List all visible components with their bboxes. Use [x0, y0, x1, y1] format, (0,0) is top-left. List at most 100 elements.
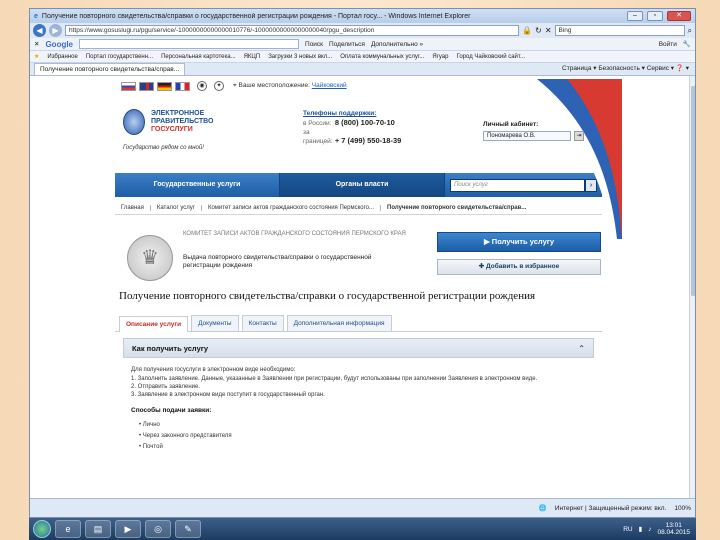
breadcrumb-item[interactable]: Каталог услуг — [151, 204, 202, 211]
favorite-link[interactable]: Оплата коммунальных услуг... — [340, 54, 424, 60]
clock[interactable]: 13:01 08.04.2015 — [657, 522, 690, 536]
scrollbar-thumb[interactable] — [691, 86, 695, 296]
window-title: Получение повторного свидетельства/справ… — [41, 12, 471, 20]
stop-icon[interactable]: ✕ — [545, 26, 552, 35]
start-button[interactable] — [33, 520, 51, 538]
cabinet-user[interactable]: Пономарева О.В. — [483, 131, 571, 141]
tab-additional-info[interactable]: Дополнительная информация — [286, 315, 392, 331]
back-button[interactable]: ◀ — [33, 24, 46, 37]
close-button[interactable]: ✕ — [667, 11, 691, 21]
network-icon[interactable]: ▮ — [639, 525, 643, 533]
taskbar-folder-icon[interactable]: ▤ — [85, 520, 111, 538]
maximize-button[interactable]: ▫ — [647, 11, 663, 21]
nav-authorities[interactable]: Органы власти — [280, 173, 445, 197]
zoom-level[interactable]: 100% — [674, 505, 691, 512]
get-service-button[interactable]: ▶ Получить услугу — [437, 232, 601, 252]
favorite-link[interactable]: Город Чайковский сайт... — [456, 54, 525, 60]
google-search-input[interactable] — [79, 39, 300, 49]
page-content: ◉ ✦ ⌖ Ваше местоположение: Чайковский ЭЛ… — [30, 76, 689, 500]
wrench-icon[interactable]: 🔧 — [683, 40, 691, 48]
google-more-button[interactable]: Дополнительно » — [371, 41, 423, 48]
how-intro: Для получения госуслуги в электронном ви… — [131, 367, 296, 373]
minimize-button[interactable]: – — [627, 11, 643, 21]
google-search-button[interactable]: Поиск — [305, 41, 323, 48]
favorites-star-icon: ★ — [34, 54, 40, 60]
vertical-scrollbar[interactable] — [689, 76, 695, 500]
get-service-label: Получить услугу — [491, 237, 555, 246]
command-bar[interactable]: Страница ▾ Безопасность ▾ Сервис ▾ ❓ ▾ — [562, 63, 695, 75]
government-emblem-icon — [123, 109, 145, 135]
add-to-favorites-button[interactable]: ✚ Добавить в избранное — [437, 259, 601, 275]
status-bar: 🌐 Интернет | Защищенный режим: вкл. 100% — [30, 498, 695, 517]
refresh-icon[interactable]: ↻ — [535, 26, 542, 35]
service-organization[interactable]: Комитет записи актов гражданского состоя… — [183, 231, 413, 238]
address-bar[interactable]: https://www.gosuslugi.ru/pgu/service/-10… — [65, 25, 520, 36]
tab-documents[interactable]: Документы — [191, 315, 239, 331]
flag-swoosh-decoration — [512, 79, 622, 239]
how-to-get-header[interactable]: Как получить услугу ⌃ — [123, 338, 594, 358]
logo-gosuslugi: ГОСУСЛУГИ — [151, 126, 193, 133]
lock-icon[interactable]: 🔒 — [522, 26, 532, 35]
phone-label: за границей: — [303, 129, 333, 145]
service-header: ♛ Комитет записи актов гражданского сост… — [115, 229, 602, 293]
phones-title[interactable]: Телефоны поддержки: — [303, 109, 401, 118]
phone-number: + 7 (499) 550-18-39 — [334, 136, 402, 145]
logout-icon[interactable]: ⇥ — [574, 131, 584, 141]
favorites-button[interactable]: Избранное — [47, 54, 77, 60]
coat-of-arms-icon: ♛ — [127, 235, 173, 281]
google-login-link[interactable]: Войти — [659, 41, 677, 48]
clock-time: 13:01 — [665, 522, 682, 529]
favorite-link[interactable]: Персональная картотека... — [161, 54, 236, 60]
language-indicator[interactable]: RU — [623, 526, 632, 533]
status-zone: Интернет | Защищенный режим: вкл. — [554, 504, 667, 512]
cabinet-label: Личный кабинет: — [483, 121, 539, 128]
compass-icon[interactable]: ✦ — [214, 81, 224, 91]
methods-title: Способы подачи заявки: — [131, 407, 212, 414]
browser-tab[interactable]: Получение повторного свидетельства/справ… — [34, 63, 186, 75]
location-pin-icon: ⌖ — [233, 82, 237, 89]
accessibility-eye-icon[interactable]: ◉ — [197, 81, 207, 91]
tab-contacts[interactable]: Контакты — [241, 315, 284, 331]
site-logo[interactable]: ЭЛЕКТРОННОЕ ПРАВИТЕЛЬСТВО ГОСУСЛУГИ — [151, 110, 213, 134]
google-share-button[interactable]: Поделиться — [329, 41, 365, 48]
taskbar-app-icon[interactable]: ✎ — [175, 520, 201, 538]
search-icon[interactable]: ⌕ — [688, 26, 692, 36]
add-to-favorites-label: Добавить в избранное — [486, 263, 560, 270]
search-box[interactable]: Bing — [554, 25, 685, 36]
gosuslugi-site: ◉ ✦ ⌖ Ваше местоположение: Чайковский ЭЛ… — [115, 76, 622, 500]
flag-uk-icon[interactable] — [139, 81, 154, 91]
favorite-link[interactable]: Загрузки 3 новых вкл... — [268, 54, 332, 60]
logo-line: ПРАВИТЕЛЬСТВО — [151, 118, 214, 125]
clock-date: 08.04.2015 — [657, 529, 690, 536]
ie-icon: e — [34, 12, 38, 20]
how-to-get-title: Как получить услугу — [132, 343, 209, 353]
favorite-link[interactable]: Ягуар — [432, 54, 448, 60]
breadcrumb-item[interactable]: Главная — [115, 204, 151, 211]
methods-list: Лично Через законного представителя Почт… — [131, 420, 586, 453]
plus-icon: ✚ — [478, 263, 487, 270]
service-tabs: Описание услуги Документы Контакты Допол… — [115, 315, 602, 332]
taskbar-chrome-icon[interactable]: ◎ — [145, 520, 171, 538]
favorite-link[interactable]: Портал государственн... — [86, 54, 153, 60]
flag-de-icon[interactable] — [157, 81, 172, 91]
taskbar-ie-icon[interactable]: e — [55, 520, 81, 538]
location-label: Ваше местоположение: — [238, 82, 310, 89]
forward-button[interactable]: ▶ — [49, 24, 62, 37]
arrow-right-icon: ▶ — [483, 237, 492, 246]
phone-number: 8 (800) 100-70-10 — [334, 118, 395, 127]
volume-icon[interactable]: ♪ — [648, 526, 651, 533]
flag-ru-icon[interactable] — [121, 81, 136, 91]
breadcrumb-item[interactable]: Комитет записи актов гражданского состоя… — [202, 204, 382, 211]
browser-window: e Получение повторного свидетельства/спр… — [29, 8, 696, 518]
chevron-up-icon[interactable]: ⌃ — [578, 344, 585, 353]
taskbar-media-icon[interactable]: ▶ — [115, 520, 141, 538]
phone-label: в России: — [303, 120, 332, 127]
close-toolbar-icon[interactable]: ✕ — [34, 40, 39, 48]
tab-description[interactable]: Описание услуги — [119, 316, 189, 332]
flag-fr-icon[interactable] — [175, 81, 190, 91]
nav-services[interactable]: Государственные услуги — [115, 173, 280, 197]
favorite-link[interactable]: ЯКЦП — [244, 54, 261, 60]
list-item: Лично — [139, 420, 586, 431]
google-toolbar: ✕ Google Поиск Поделиться Дополнительно … — [30, 38, 695, 51]
location-link[interactable]: Чайковский — [312, 82, 347, 89]
